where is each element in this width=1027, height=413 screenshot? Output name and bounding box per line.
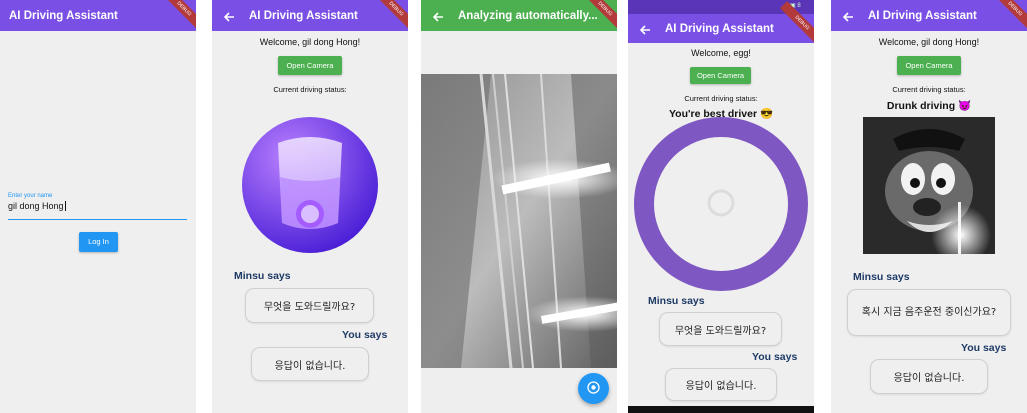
back-arrow-icon[interactable] (841, 9, 855, 23)
bot-name: Minsu says (234, 270, 291, 282)
app-bar: AI Driving Assistant DEBUG (212, 0, 408, 31)
status-label: Current driving status: (273, 85, 347, 94)
glass-status-image (242, 117, 378, 257)
welcome-text: Welcome, gil dong Hong! (259, 37, 361, 47)
user-message: 응답이 없습니다. (274, 360, 346, 372)
user-message: 응답이 없습니다. (893, 373, 965, 384)
user-message: 응답이 없습니다. (685, 381, 757, 392)
capture-fab[interactable] (578, 373, 609, 404)
debug-banner: DEBUG (374, 0, 408, 31)
navigation-bar (628, 406, 814, 413)
status-label: Current driving status: (684, 94, 758, 103)
welcome-text: Welcome, egg! (691, 48, 751, 58)
app-bar: AI Driving Assistant DEBUG (831, 0, 1027, 31)
app-title: Analyzing automatically... (458, 9, 598, 22)
app-bar: Analyzing automatically... DEBUG (421, 0, 617, 31)
camera-shutter-icon (587, 379, 600, 398)
result-best-screen: ▣ 8 AI Driving Assistant DEBUG Welcome, … (628, 0, 814, 413)
open-camera-button[interactable]: Open Camera (690, 67, 751, 84)
status-label: Current driving status: (892, 85, 966, 94)
user-name: You says (961, 342, 1007, 354)
debug-banner: DEBUG (993, 0, 1027, 31)
app-title: AI Driving Assistant (868, 9, 977, 22)
app-bar: AI Driving Assistant DEBUG (628, 1, 814, 45)
open-camera-button[interactable]: Open Camera (278, 56, 342, 75)
name-field-label: Enter your name (8, 193, 53, 199)
user-name: You says (342, 329, 388, 341)
app-title: AI Driving Assistant (249, 9, 358, 22)
name-field[interactable]: Enter your name gil dong Hong (8, 193, 187, 220)
bot-message-bubble: 무엇을 도와드릴까요? (659, 312, 782, 346)
result-drunk-screen: AI Driving Assistant DEBUG Welcome, gil … (831, 0, 1027, 413)
name-field-value: gil dong Hong (8, 201, 64, 211)
open-camera-button[interactable]: Open Camera (897, 56, 961, 75)
login-button[interactable]: Log In (79, 232, 118, 252)
login-screen: AI Driving Assistant DEBUG Enter your na… (0, 0, 196, 413)
camera-preview (421, 74, 617, 368)
cartoon-drunk-image (863, 117, 995, 254)
progress-ring (634, 117, 808, 291)
screenshot-collage: AI Driving Assistant DEBUG Enter your na… (0, 0, 1027, 413)
back-arrow-icon[interactable] (638, 22, 652, 36)
text-cursor (64, 201, 66, 211)
app-title: AI Driving Assistant (9, 9, 118, 22)
app-bar: AI Driving Assistant DEBUG (0, 0, 196, 31)
back-arrow-icon[interactable] (431, 9, 445, 23)
bot-message: 무엇을 도와드릴까요? (674, 325, 767, 337)
bot-name: Minsu says (853, 271, 910, 283)
status-value: Drunk driving 😈 (886, 100, 972, 112)
camera-screen: Analyzing automatically... DEBUG (421, 0, 617, 413)
welcome-text: Welcome, gil dong Hong! (878, 37, 980, 47)
bot-message: 혹시 지금 음주운전 중이신가요? (861, 306, 997, 318)
bot-message: 무엇을 도와드릴까요? (263, 302, 356, 313)
back-arrow-icon[interactable] (222, 9, 236, 23)
user-name: You says (752, 351, 798, 363)
user-message-bubble: 응답이 없습니다. (251, 347, 369, 381)
user-message-bubble: 응답이 없습니다. (870, 359, 988, 394)
user-message-bubble: 응답이 없습니다. (665, 368, 777, 401)
home-screen: AI Driving Assistant DEBUG Welcome, gil … (212, 0, 408, 413)
app-title: AI Driving Assistant (665, 22, 774, 35)
bot-name: Minsu says (648, 295, 705, 307)
bot-message-bubble: 무엇을 도와드릴까요? (245, 288, 374, 323)
bot-message-bubble: 혹시 지금 음주운전 중이신가요? (847, 289, 1011, 336)
debug-banner: DEBUG (162, 0, 196, 31)
